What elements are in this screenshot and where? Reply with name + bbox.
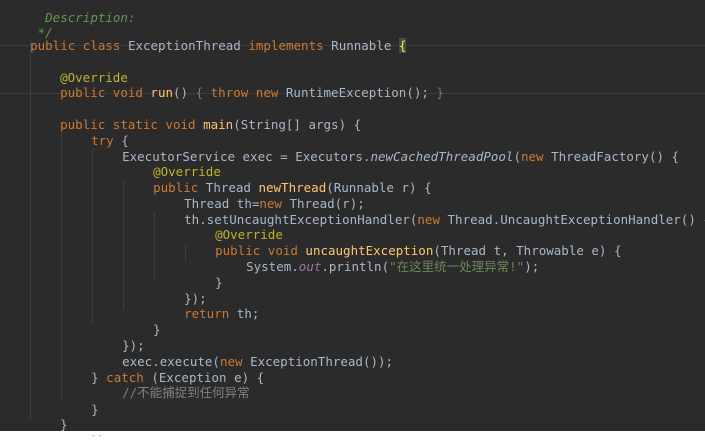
folded-brace[interactable]: } <box>436 85 444 100</box>
code-line: }); <box>154 275 207 306</box>
code-line: exec.execute(new ExceptionThread()); <box>92 338 393 369</box>
code-line: return th; <box>154 290 259 321</box>
code-line-class-declaration: public class ExceptionThread implements … <box>0 22 407 53</box>
interface-name: Runnable <box>331 38 399 53</box>
code-editor[interactable]: Description: */ public class ExceptionTh… <box>0 0 705 431</box>
code-line: @Override <box>30 54 128 85</box>
code-text: } <box>215 275 223 290</box>
code-text: .println( <box>321 259 390 274</box>
code-line: } <box>185 259 223 290</box>
code-text: (String[] args) { <box>233 117 362 132</box>
keyword: throw new <box>210 85 286 100</box>
code-line-run-method: public void run() { throw new RuntimeExc… <box>30 69 444 100</box>
code-line: System.out.println("在这里统一处理异常!"); <box>216 243 539 274</box>
screenshot-bottom-edge: - - <box>0 431 705 441</box>
code-text: Thread.UncaughtExceptionHandler() { <box>447 212 705 227</box>
code-line: @Override <box>123 148 221 179</box>
code-text: ExceptionThread()); <box>250 354 394 369</box>
line-comment: //不能捕捉到任何异常 <box>122 385 250 400</box>
folded-brace[interactable]: { <box>196 85 211 100</box>
code-line: try { <box>61 117 129 148</box>
code-line-main-method: public static void main(String[] args) { <box>30 101 361 132</box>
code-text: th; <box>236 306 260 321</box>
code-text: ThreadFactory() { <box>551 149 680 164</box>
params: () <box>173 85 196 100</box>
class-name: ExceptionThread <box>127 38 249 53</box>
code-line: public Thread newThread(Runnable r) { <box>123 164 431 195</box>
static-method-call: newCachedThreadPool <box>370 149 514 164</box>
code-text: ); <box>524 259 540 274</box>
code-text: RuntimeException(); <box>285 85 437 100</box>
code-line: }); <box>92 322 145 353</box>
keyword: public void <box>60 85 151 100</box>
static-field: out <box>298 259 322 274</box>
string-literal: "在这里统一处理异常!" <box>389 259 525 274</box>
code-line: //不能捕捉到任何异常 <box>92 369 250 400</box>
method-name: run <box>150 85 173 100</box>
matched-brace: { <box>398 38 407 53</box>
code-text: } <box>91 402 99 417</box>
code-text: } <box>153 322 161 337</box>
code-line: ExecutorService exec = Executors.newCach… <box>92 133 679 164</box>
code-line: @Override <box>185 211 283 242</box>
method-name: main <box>203 117 234 132</box>
code-line: } <box>30 401 68 431</box>
code-line: } <box>0 417 38 431</box>
keyword: public class <box>30 38 128 53</box>
cut-marks: - - <box>92 431 102 441</box>
code-text: } <box>60 417 68 431</box>
keyword: return <box>184 306 237 321</box>
keyword: implements <box>248 38 332 53</box>
code-line: public void uncaughtException(Thread t, … <box>185 227 621 258</box>
keyword: new <box>521 149 552 164</box>
keyword: new <box>417 212 448 227</box>
code-line: } catch (Exception e) { <box>61 354 264 385</box>
code-line: } <box>61 386 99 417</box>
code-line: Thread th=new Thread(r); <box>154 180 365 211</box>
code-text: ( <box>513 149 521 164</box>
code-text: System. <box>246 259 299 274</box>
code-line: } <box>123 306 161 337</box>
code-line: th.setUncaughtExceptionHandler(new Threa… <box>154 196 705 227</box>
